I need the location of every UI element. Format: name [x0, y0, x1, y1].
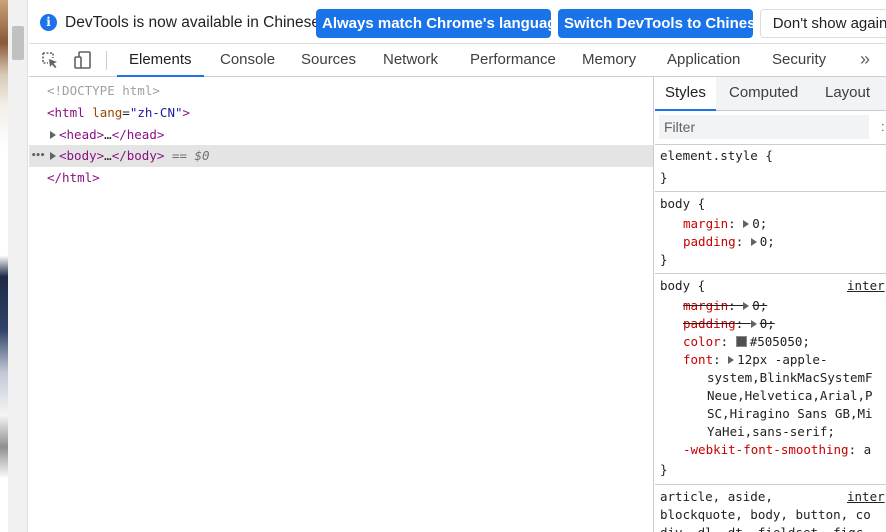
tab-sources[interactable]: Sources [301, 44, 356, 77]
color-swatch-icon[interactable] [735, 336, 747, 347]
expand-shorthand-icon[interactable] [750, 320, 757, 328]
html-close-tag: </html> [47, 170, 100, 185]
page-content-strip [0, 0, 8, 532]
close-brace: } [660, 252, 668, 267]
font-value-line: SC,Hiragino Sans GB,Mi [707, 406, 873, 421]
styles-filter-input[interactable] [659, 115, 869, 139]
dont-show-again-button[interactable]: Don't show again [760, 9, 886, 38]
head-close-tag: </head> [111, 127, 165, 142]
html-open-tag: <html [47, 105, 85, 120]
reset-rule: article, aside, inter blockquote, body, … [655, 485, 886, 532]
info-icon: i [40, 14, 57, 31]
rule-selector-continued[interactable]: blockquote, body, button, co [660, 506, 871, 524]
margin-declaration[interactable]: margin: 0; [683, 215, 767, 233]
styles-sidebar: Styles Computed Layout : element.style {… [655, 77, 886, 532]
tab-application[interactable]: Application [667, 44, 740, 77]
dom-doctype-line[interactable]: <!DOCTYPE html> [29, 80, 653, 102]
tab-security[interactable]: Security [772, 44, 826, 77]
tab-computed[interactable]: Computed [729, 77, 798, 111]
device-toolbar-icon[interactable] [73, 50, 93, 70]
switch-to-chinese-button[interactable]: Switch DevTools to Chinese [558, 9, 764, 38]
sidebar-tabs: Styles Computed Layout [655, 77, 886, 111]
rule-selector[interactable]: body { [660, 277, 705, 295]
language-infobar: i DevTools is now available in Chinese! … [29, 0, 886, 44]
toolbar-separator [106, 51, 107, 70]
scrollbar-thumb[interactable] [12, 26, 24, 60]
tab-layout[interactable]: Layout [825, 77, 870, 111]
elements-dom-tree: <!DOCTYPE html> <html lang="zh-CN"> <hea… [29, 77, 654, 532]
element-style-rule: element.style { } [655, 145, 886, 192]
font-smoothing-declaration[interactable]: -webkit-font-smoothing: a [683, 441, 871, 459]
body-ellipsis: … [104, 148, 112, 163]
body-close-tag: </body> [111, 148, 165, 163]
element-style-selector[interactable]: element.style { [660, 147, 773, 165]
html-lang-attr: lang [92, 105, 123, 120]
tab-performance[interactable]: Performance [470, 44, 556, 77]
expand-triangle-icon[interactable] [50, 131, 56, 139]
devtools-toolbar: Elements Console Sources Network Perform… [29, 44, 886, 77]
body-open-tag: <body> [59, 148, 105, 163]
expand-shorthand-icon[interactable] [728, 356, 735, 364]
margin-declaration-overridden[interactable]: margin: 0; [683, 297, 767, 315]
rule-source-link[interactable]: inter [847, 488, 885, 506]
inspect-element-icon[interactable] [41, 51, 59, 69]
devtools-window: i DevTools is now available in Chinese! … [29, 0, 886, 532]
doctype-text: <!DOCTYPE html> [47, 83, 160, 98]
font-value-line: YaHei,sans-serif; [707, 424, 835, 439]
head-open-tag: <head> [59, 127, 105, 142]
expand-triangle-icon[interactable] [50, 152, 56, 160]
expand-shorthand-icon[interactable] [750, 238, 757, 246]
expand-shorthand-icon[interactable] [743, 302, 750, 310]
page-scrollbar[interactable] [8, 0, 28, 532]
tab-elements[interactable]: Elements [117, 44, 204, 77]
font-value-line: system,BlinkMacSystemF [707, 370, 873, 385]
html-lang-value: "zh-CN" [129, 105, 183, 120]
tab-styles[interactable]: Styles [655, 77, 716, 111]
more-tabs-chevron-icon[interactable]: » [860, 44, 870, 77]
html-open-end: > [182, 105, 191, 120]
dom-html-close-line[interactable]: </html> [29, 167, 653, 189]
padding-declaration[interactable]: padding: 0; [683, 233, 775, 251]
styles-filter-row: : [655, 111, 886, 145]
infobar-message: DevTools is now available in Chinese! [65, 14, 325, 31]
color-declaration[interactable]: color: #505050; [683, 333, 810, 351]
font-value-line: Neue,Helvetica,Arial,P [707, 388, 873, 403]
body-rule-1: body { margin: 0; padding: 0; } [655, 192, 886, 274]
rule-source-link[interactable]: inter [847, 277, 885, 295]
filter-options-icon[interactable]: : [881, 119, 885, 134]
rule-selector-continued[interactable]: div, dl, dt, fieldset, figc [660, 524, 863, 532]
tab-console[interactable]: Console [220, 44, 275, 77]
tab-memory[interactable]: Memory [582, 44, 636, 77]
close-brace: } [660, 462, 668, 477]
body-rule-2: body { inter margin: 0; padding: 0; colo… [655, 274, 886, 485]
selected-node-ref: == $0 [171, 148, 210, 163]
font-declaration[interactable]: font: 12px -apple- [683, 351, 827, 369]
dom-head-line[interactable]: <head>…</head> [29, 124, 653, 146]
close-brace: } [660, 170, 668, 185]
padding-declaration-overridden[interactable]: padding: 0; [683, 315, 775, 333]
head-ellipsis: … [104, 127, 112, 142]
dom-body-line[interactable]: ••• <body>…</body> == $0 [29, 145, 653, 167]
rule-selector[interactable]: body { [660, 195, 705, 213]
dom-html-line[interactable]: <html lang="zh-CN"> [29, 102, 653, 124]
tab-network[interactable]: Network [383, 44, 438, 77]
rule-selector[interactable]: article, aside, [660, 488, 773, 506]
expand-shorthand-icon[interactable] [743, 220, 750, 228]
always-match-language-button[interactable]: Always match Chrome's language [316, 9, 565, 38]
more-actions-dots-icon[interactable]: ••• [31, 145, 45, 167]
